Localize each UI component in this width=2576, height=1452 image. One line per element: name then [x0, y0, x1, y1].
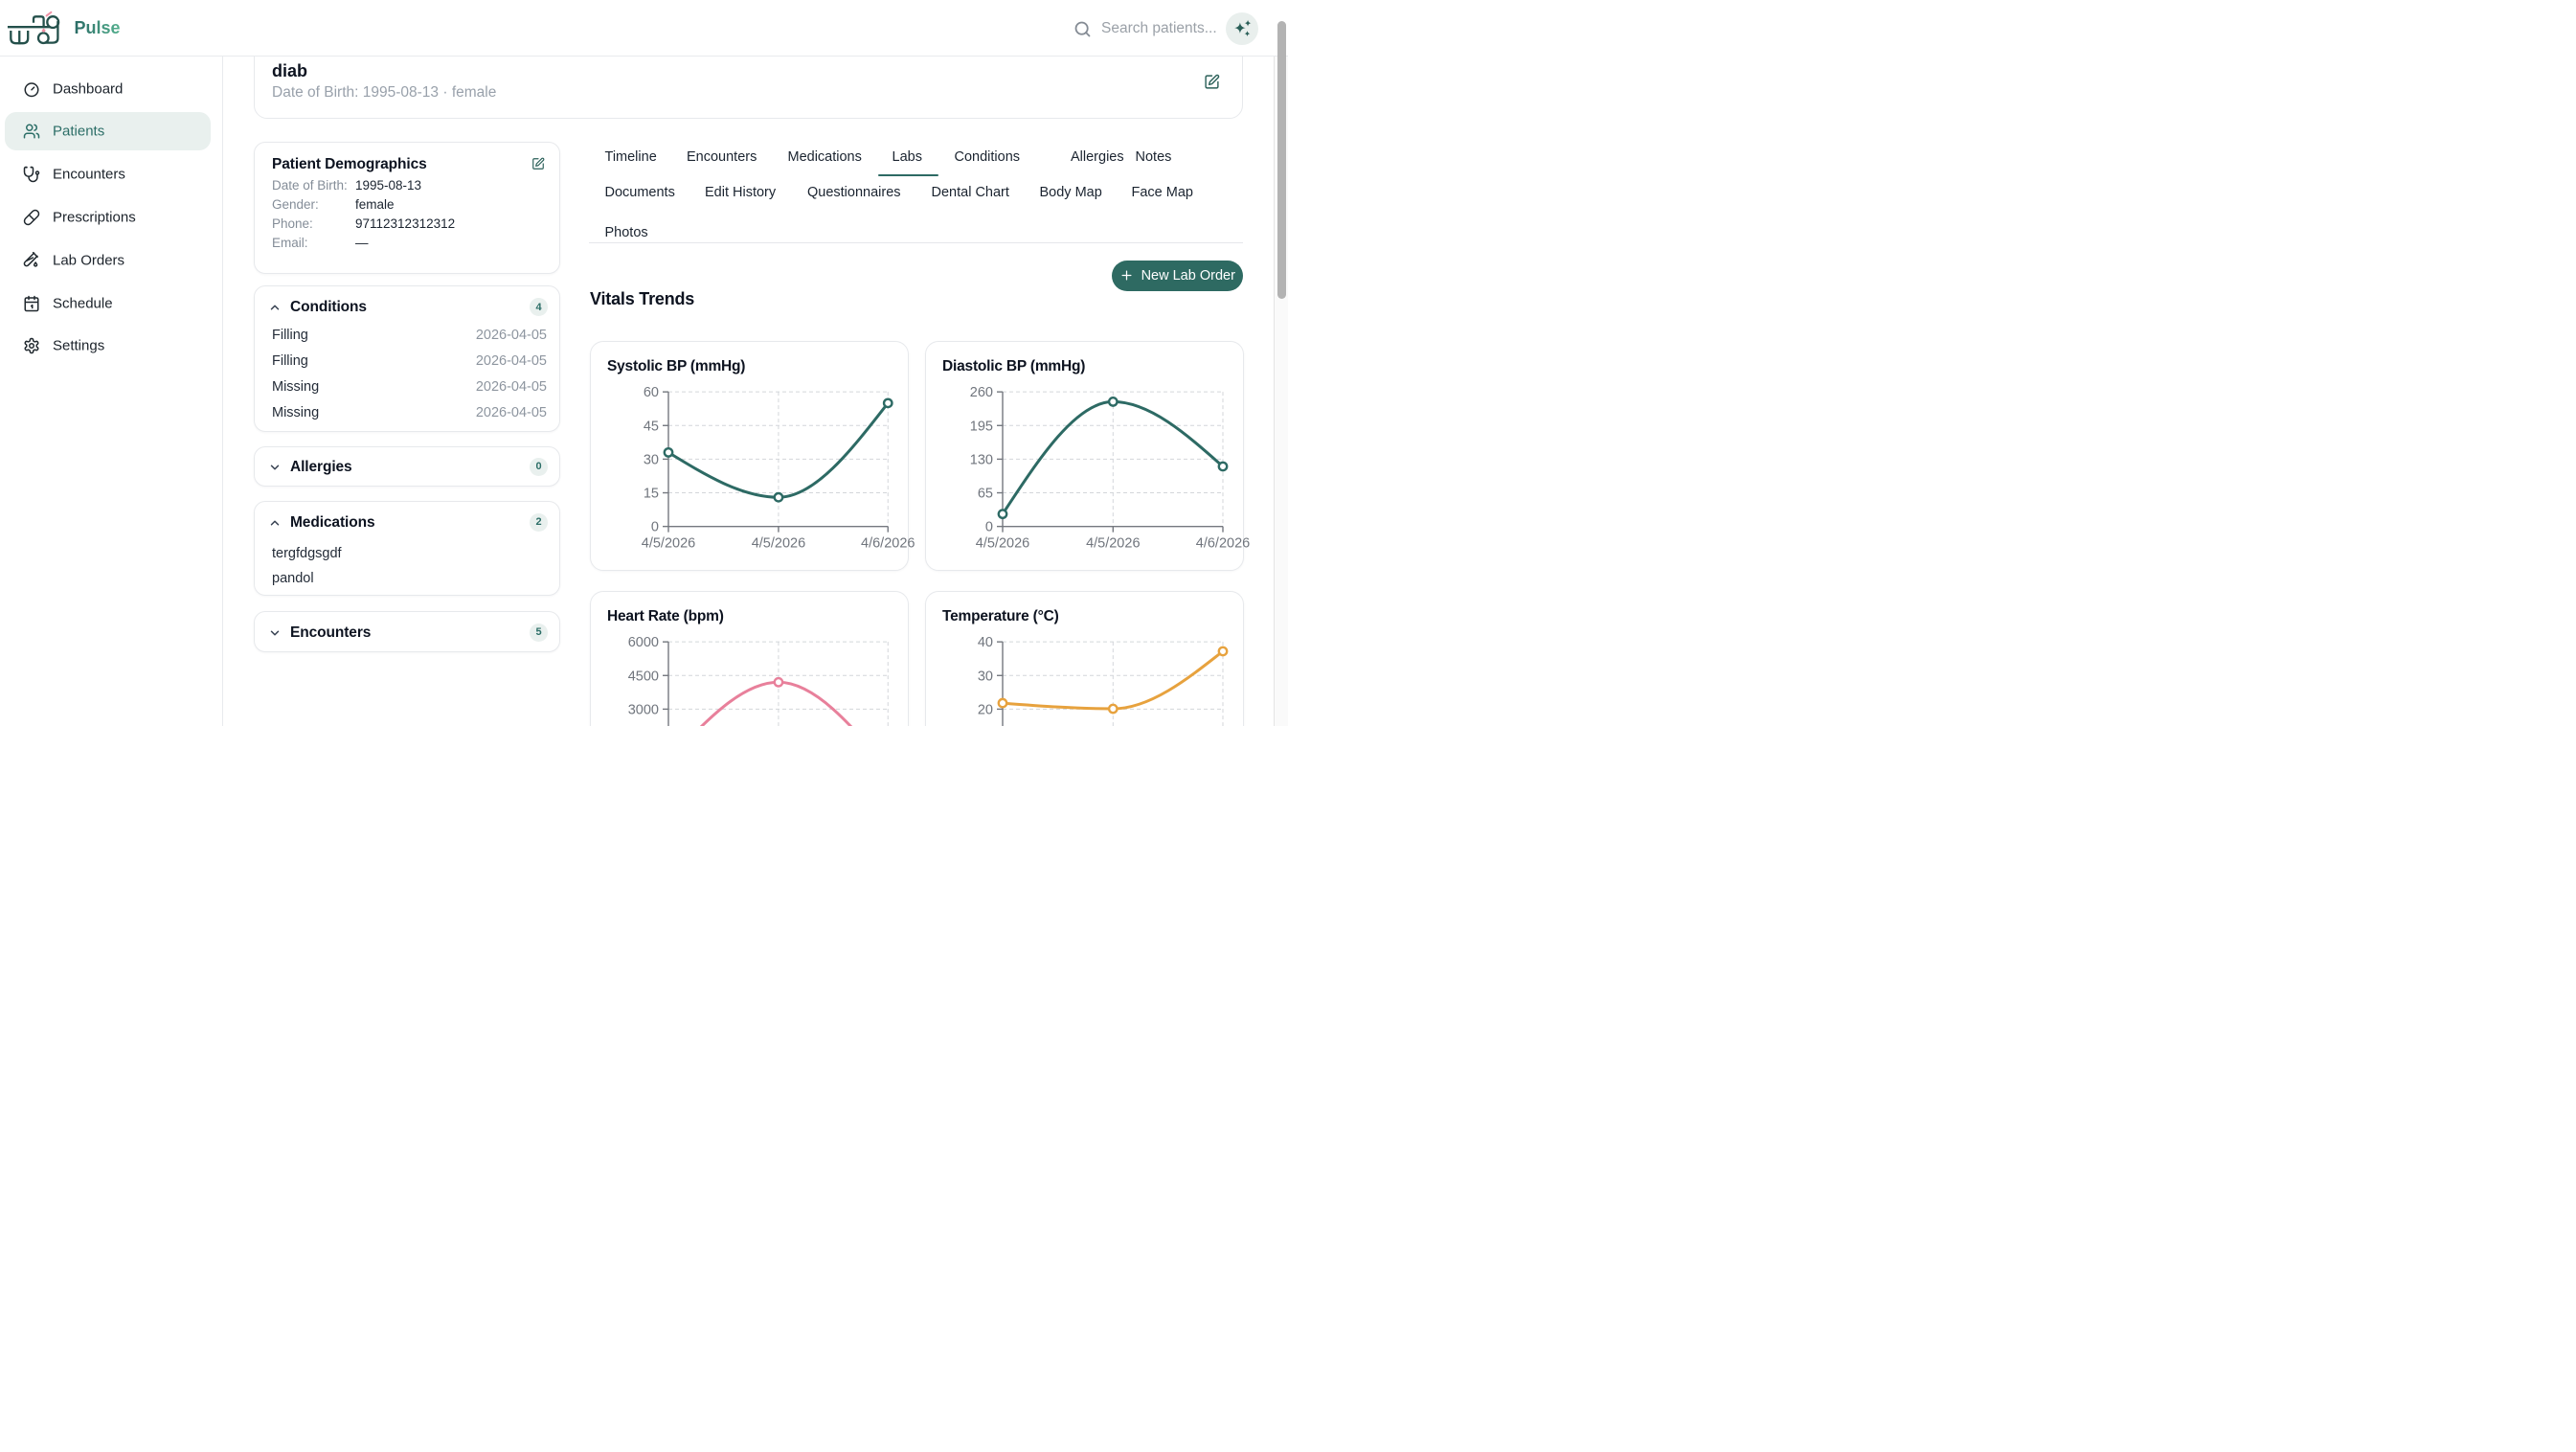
svg-text:3000: 3000 — [628, 702, 659, 717]
svg-text:0: 0 — [651, 519, 659, 534]
svg-text:130: 130 — [970, 452, 993, 467]
svg-text:4/5/2026: 4/5/2026 — [976, 535, 1029, 551]
svg-text:260: 260 — [970, 385, 993, 400]
svg-text:20: 20 — [978, 702, 993, 717]
svg-text:4/5/2026: 4/5/2026 — [752, 535, 805, 551]
svg-text:60: 60 — [644, 385, 659, 400]
svg-text:45: 45 — [644, 419, 659, 434]
svg-text:6000: 6000 — [628, 635, 659, 650]
svg-text:4/6/2026: 4/6/2026 — [861, 535, 915, 551]
svg-text:65: 65 — [978, 486, 993, 501]
svg-text:4/5/2026: 4/5/2026 — [642, 535, 695, 551]
svg-text:30: 30 — [644, 452, 659, 467]
svg-text:0: 0 — [985, 519, 993, 534]
svg-text:40: 40 — [978, 635, 993, 650]
svg-text:4500: 4500 — [628, 669, 659, 684]
svg-text:4/6/2026: 4/6/2026 — [1196, 535, 1250, 551]
svg-text:15: 15 — [644, 486, 659, 501]
svg-text:4/5/2026: 4/5/2026 — [1086, 535, 1140, 551]
svg-text:30: 30 — [978, 669, 993, 684]
svg-text:195: 195 — [970, 419, 993, 434]
